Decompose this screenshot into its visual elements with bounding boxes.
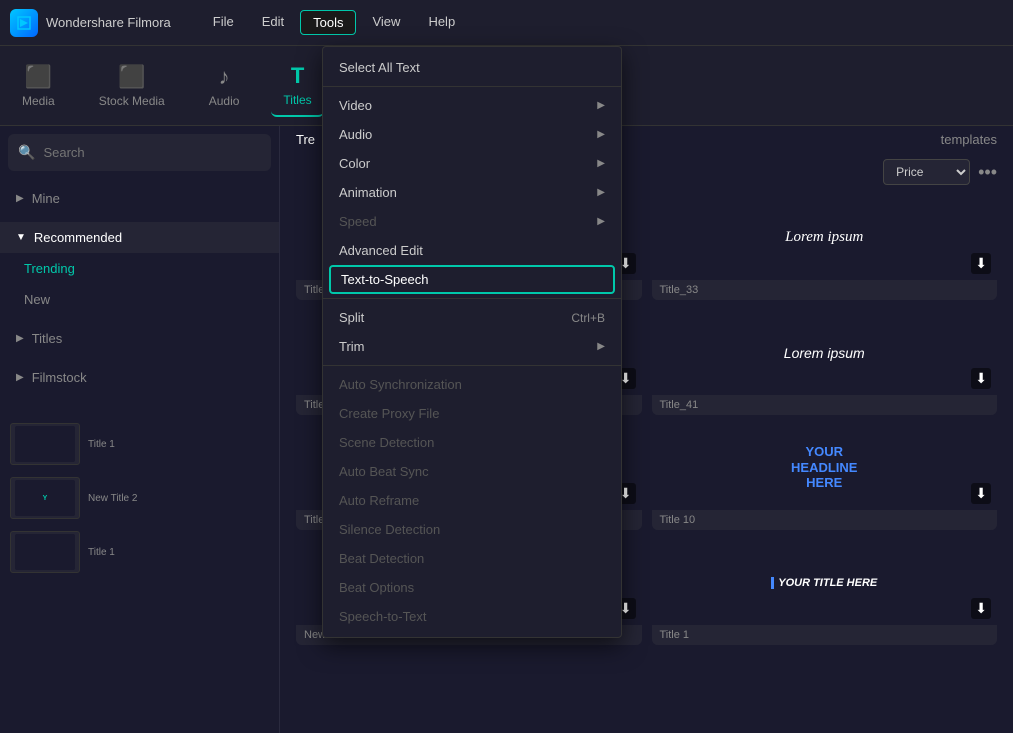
sidebar-item-mine[interactable]: ▶ Mine [0, 183, 279, 214]
menu-auto-reframe: Auto Reframe [323, 486, 621, 515]
separator-1 [323, 86, 621, 87]
arrow-icon-speed: ▶ [597, 216, 605, 227]
menu-color[interactable]: Color ▶ [323, 149, 621, 178]
app-logo [10, 9, 38, 37]
menu-beat-detection: Beat Detection [323, 544, 621, 573]
menu-silence-detection: Silence Detection [323, 515, 621, 544]
chevron-right-icon: ▶ [16, 193, 24, 204]
chevron-down-icon: ▼ [16, 232, 26, 243]
media-icon: ⬛ [25, 64, 52, 90]
audio-icon: ♪ [219, 64, 230, 90]
sidebar-title-thumbs: Title 1 Y New Title 2 Title 1 [0, 417, 279, 579]
download-button-33[interactable]: ⬇ [971, 253, 991, 274]
sidebar-thumb-1 [10, 423, 80, 465]
menu-help[interactable]: Help [416, 10, 467, 35]
sidebar-thumb-label-2: New Title 2 [88, 493, 137, 504]
menu-trim[interactable]: Trim ▶ [323, 332, 621, 361]
menu-video[interactable]: Video ▶ [323, 91, 621, 120]
separator-3 [323, 365, 621, 366]
titles-icon: T [291, 63, 304, 89]
menu-animation[interactable]: Animation ▶ [323, 178, 621, 207]
template-label-33: Title_33 [652, 280, 998, 300]
tab-stock-media[interactable]: ⬛ Stock Media [87, 56, 177, 116]
templates-label: templates [941, 132, 997, 147]
menu-split[interactable]: Split Ctrl+B [323, 303, 621, 332]
search-input[interactable] [43, 145, 261, 160]
menu-file[interactable]: File [201, 10, 246, 35]
sidebar-item-titles[interactable]: ▶ Titles [0, 323, 279, 354]
sidebar-section-mine: ▶ Mine [0, 179, 279, 218]
sidebar-section-recommended: ▼ Recommended Trending New [0, 218, 279, 319]
stock-media-icon: ⬛ [118, 64, 145, 90]
arrow-icon-animation: ▶ [597, 187, 605, 198]
template-card-title-10[interactable]: YOURHEADLINEHERE ⬇ Title 10 [652, 425, 998, 530]
template-card-title-1[interactable]: YOUR TITLE HERE ⬇ Title 1 [652, 540, 998, 645]
menu-speed: Speed ▶ [323, 207, 621, 236]
tab-titles[interactable]: T Titles [271, 55, 323, 117]
sidebar-title-item-1[interactable]: Title 1 [0, 417, 279, 471]
sidebar-thumb-2: Y [10, 477, 80, 519]
tools-dropdown-menu: Select All Text Video ▶ Audio ▶ Color ▶ … [322, 46, 622, 638]
sidebar-item-filmstock[interactable]: ▶ Filmstock [0, 362, 279, 393]
sidebar-thumb-label-3: Title 1 [88, 547, 115, 558]
tab-audio[interactable]: ♪ Audio [197, 56, 252, 116]
sidebar-section-titles: ▶ Titles [0, 319, 279, 358]
chevron-right-icon-3: ▶ [16, 372, 24, 383]
download-button-1[interactable]: ⬇ [971, 598, 991, 619]
search-icon: 🔍 [18, 144, 35, 161]
preview-text-33: Lorem ipsum [785, 229, 863, 246]
sidebar-title-item-3[interactable]: Title 1 [0, 525, 279, 579]
template-card-title-41[interactable]: Lorem ipsum ⬇ Title_41 [652, 310, 998, 415]
menu-text-to-speech[interactable]: Text-to-Speech [329, 265, 615, 294]
section-title: Tre [296, 132, 315, 147]
sidebar-thumb-label-1: Title 1 [88, 439, 115, 450]
arrow-icon-color: ▶ [597, 158, 605, 169]
arrow-icon-trim: ▶ [597, 341, 605, 352]
menu-tools[interactable]: Tools [300, 10, 356, 35]
menu-view[interactable]: View [360, 10, 412, 35]
preview-text-10: YOURHEADLINEHERE [791, 444, 857, 491]
search-bar[interactable]: 🔍 [8, 134, 271, 171]
download-button-10[interactable]: ⬇ [971, 483, 991, 504]
menu-create-proxy: Create Proxy File [323, 399, 621, 428]
menu-bar: File Edit Tools View Help [201, 10, 467, 35]
template-preview-1: YOUR TITLE HERE ⬇ [652, 540, 998, 625]
template-preview-33: Lorem ipsum ⬇ [652, 195, 998, 280]
download-button-41[interactable]: ⬇ [971, 368, 991, 389]
menu-auto-beat-sync: Auto Beat Sync [323, 457, 621, 486]
more-options-button[interactable]: ••• [978, 162, 997, 183]
title-bar: Wondershare Filmora File Edit Tools View… [0, 0, 1013, 46]
sidebar: 🔍 ▶ Mine ▼ Recommended Trending New ▶ Ti… [0, 126, 280, 733]
separator-2 [323, 298, 621, 299]
template-card-title-33[interactable]: Lorem ipsum ⬇ Title_33 [652, 195, 998, 300]
preview-text-41: Lorem ipsum [784, 345, 865, 361]
template-label-41: Title_41 [652, 395, 998, 415]
sidebar-title-item-2[interactable]: Y New Title 2 [0, 471, 279, 525]
preview-text-1: YOUR TITLE HERE [771, 577, 877, 589]
menu-audio[interactable]: Audio ▶ [323, 120, 621, 149]
template-label-1: Title 1 [652, 625, 998, 645]
header-controls: Price Free Premium ••• [883, 159, 997, 185]
menu-edit[interactable]: Edit [250, 10, 296, 35]
template-preview-41: Lorem ipsum ⬇ [652, 310, 998, 395]
price-dropdown[interactable]: Price Free Premium [883, 159, 970, 185]
arrow-icon-audio: ▶ [597, 129, 605, 140]
sidebar-item-recommended[interactable]: ▼ Recommended [0, 222, 279, 253]
tab-media[interactable]: ⬛ Media [10, 56, 67, 116]
menu-speech-to-text: Speech-to-Text [323, 602, 621, 631]
menu-auto-sync: Auto Synchronization [323, 370, 621, 399]
sidebar-sub-item-new[interactable]: New [0, 284, 279, 315]
sidebar-thumb-3 [10, 531, 80, 573]
template-label-10: Title 10 [652, 510, 998, 530]
template-preview-10: YOURHEADLINEHERE ⬇ [652, 425, 998, 510]
menu-scene-detection: Scene Detection [323, 428, 621, 457]
menu-advanced-edit[interactable]: Advanced Edit [323, 236, 621, 265]
menu-select-all-text[interactable]: Select All Text [323, 53, 621, 82]
sidebar-section-filmstock: ▶ Filmstock [0, 358, 279, 397]
menu-beat-options: Beat Options [323, 573, 621, 602]
sidebar-sub-item-trending[interactable]: Trending [0, 253, 279, 284]
chevron-right-icon-2: ▶ [16, 333, 24, 344]
app-name: Wondershare Filmora [46, 15, 171, 30]
arrow-icon-video: ▶ [597, 100, 605, 111]
